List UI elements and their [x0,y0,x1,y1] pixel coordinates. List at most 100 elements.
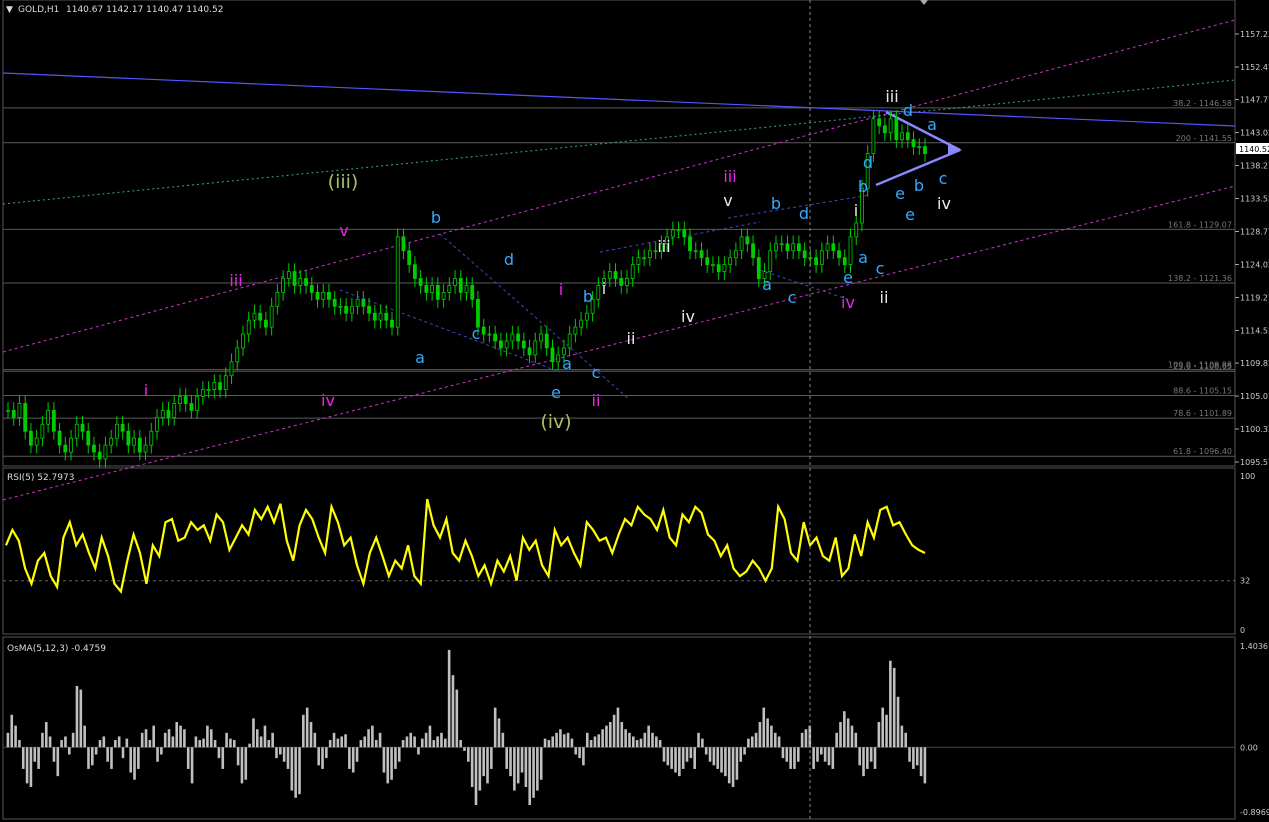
candle-body [688,236,692,252]
osma-bar [286,747,290,769]
candle-body [69,437,73,453]
candle-body [40,423,45,439]
candle-body [728,257,733,266]
osma-bar [509,747,512,777]
wave-label-magenta: iii [723,167,736,186]
candle-body [63,444,68,453]
wave-label-cyan: b [914,176,924,195]
channel-lower [2,185,1236,501]
osma-bar [762,707,766,748]
osma-bar [490,747,493,769]
candle-body [401,236,406,252]
wave-label-magenta: i [144,381,148,400]
osma-bar [685,747,689,762]
osma-bar [98,740,102,748]
candle-body [894,118,899,141]
osma-bar [206,725,209,748]
price-tick-label: 1128.77 [1240,228,1269,237]
osma-bar [547,740,551,748]
osma-bar [555,732,558,748]
candle-body [292,271,297,286]
rsi-panel-frame [2,467,1236,635]
osma-bar [470,747,474,787]
candle-body [487,333,492,336]
osma-bar [259,736,263,748]
osma-bar [163,732,167,748]
osma-bar [390,747,393,780]
osma-bar [559,729,562,748]
dropdown-icon[interactable]: ▼ [6,5,13,15]
candle-body [46,410,51,425]
candle-body [682,229,687,238]
candle-body [413,264,417,279]
osma-bar [305,707,309,748]
osma-bar [148,740,152,748]
osma-bar [754,732,758,748]
candle-body [344,305,349,314]
candle-body [670,229,675,238]
candle-body [304,278,308,286]
candle-body [132,437,136,446]
candle-body [418,278,423,286]
candle-body [768,250,773,272]
osma-bar [374,740,378,748]
osma-bar [681,747,685,769]
wave-label-white: iv [681,307,695,326]
wave-label-cyan: a [415,348,425,367]
osma-bar [75,685,79,748]
candle-body [424,285,429,293]
osma-bar [524,747,528,787]
osma-bar [919,747,923,777]
candle-body [481,326,486,335]
osma-bar [451,675,455,748]
candle-body [384,312,389,321]
osma-bar [873,747,877,769]
candle-body [848,236,853,266]
candle-body [258,312,263,321]
osma-bar [582,747,585,766]
price-tick-label: 1119.27 [1240,293,1269,302]
candle-body [435,285,440,300]
osma-bar [48,736,52,748]
osma-bar [213,740,217,748]
wave-label-cyan: b [858,177,868,196]
osma-bar [727,747,731,784]
wedge-2-lower [759,269,851,301]
osma-bar [831,747,835,769]
candle-body [298,278,303,286]
osma-bar [632,736,635,748]
osma-bar [493,707,497,748]
candle-body [332,298,337,307]
scroll-marker-icon[interactable] [920,0,928,5]
osma-bar [497,718,501,748]
wave-label-cyan: c [876,259,885,278]
osma-bar [443,738,447,748]
trading-chart[interactable]: 38.2 - 1146.58 200 - 1141.55 161.8 - 1129.… [0,0,1269,822]
price-tick-label: 1124.02 [1240,260,1269,269]
osma-bar [486,747,489,784]
candle-body [309,285,314,293]
osma-bar [144,729,148,748]
osma-bar [716,747,720,769]
candle-body [252,312,257,321]
trendline-blue [2,72,1236,127]
candle-body [143,444,148,453]
osma-bar [37,747,40,769]
candle-body [544,333,549,349]
price-tick-label: 1143.02 [1240,129,1269,138]
osma-bar [325,747,328,759]
osma-bar [121,747,125,759]
candle-body [390,319,394,328]
wave-label-white: ii [880,288,889,307]
osma-bar [601,729,604,748]
trend-lines [2,19,1236,501]
candle-body [556,354,561,363]
osma-bar [566,732,570,748]
osma-bar [643,732,647,748]
osma-bar [793,747,796,769]
candle-body [831,243,836,252]
candle-body [888,118,893,134]
osma-bar [820,747,823,755]
candle-body [206,389,211,391]
candle-body [774,243,778,252]
